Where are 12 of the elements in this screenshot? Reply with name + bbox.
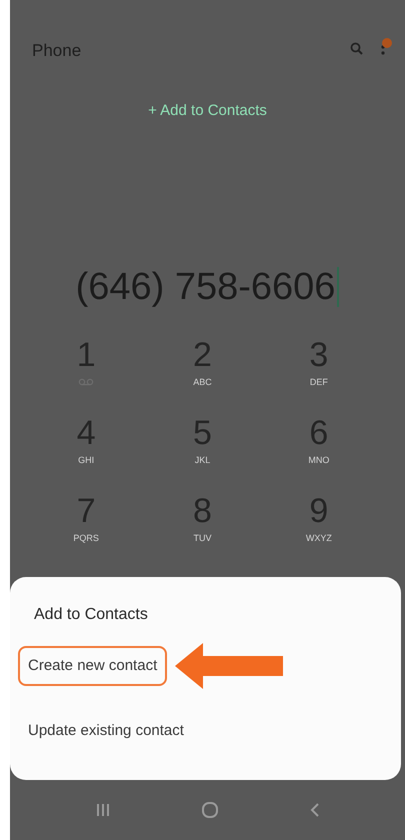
add-to-contacts-link[interactable]: + Add to Contacts xyxy=(148,102,267,119)
menu-option[interactable]: Update existing contact xyxy=(18,711,194,752)
sheet-title: Add to Contacts xyxy=(34,605,149,625)
menu-option[interactable]: Create new contact xyxy=(18,646,168,686)
phone-number: (646) 758-6606 xyxy=(76,264,336,310)
home-icon[interactable] xyxy=(200,801,218,819)
arrow-icon xyxy=(175,643,286,689)
search-icon[interactable] xyxy=(350,42,363,54)
recent-apps-icon[interactable] xyxy=(96,803,110,817)
back-icon[interactable] xyxy=(310,802,320,818)
app-title: Phone xyxy=(32,40,82,62)
text-cursor xyxy=(337,267,340,307)
